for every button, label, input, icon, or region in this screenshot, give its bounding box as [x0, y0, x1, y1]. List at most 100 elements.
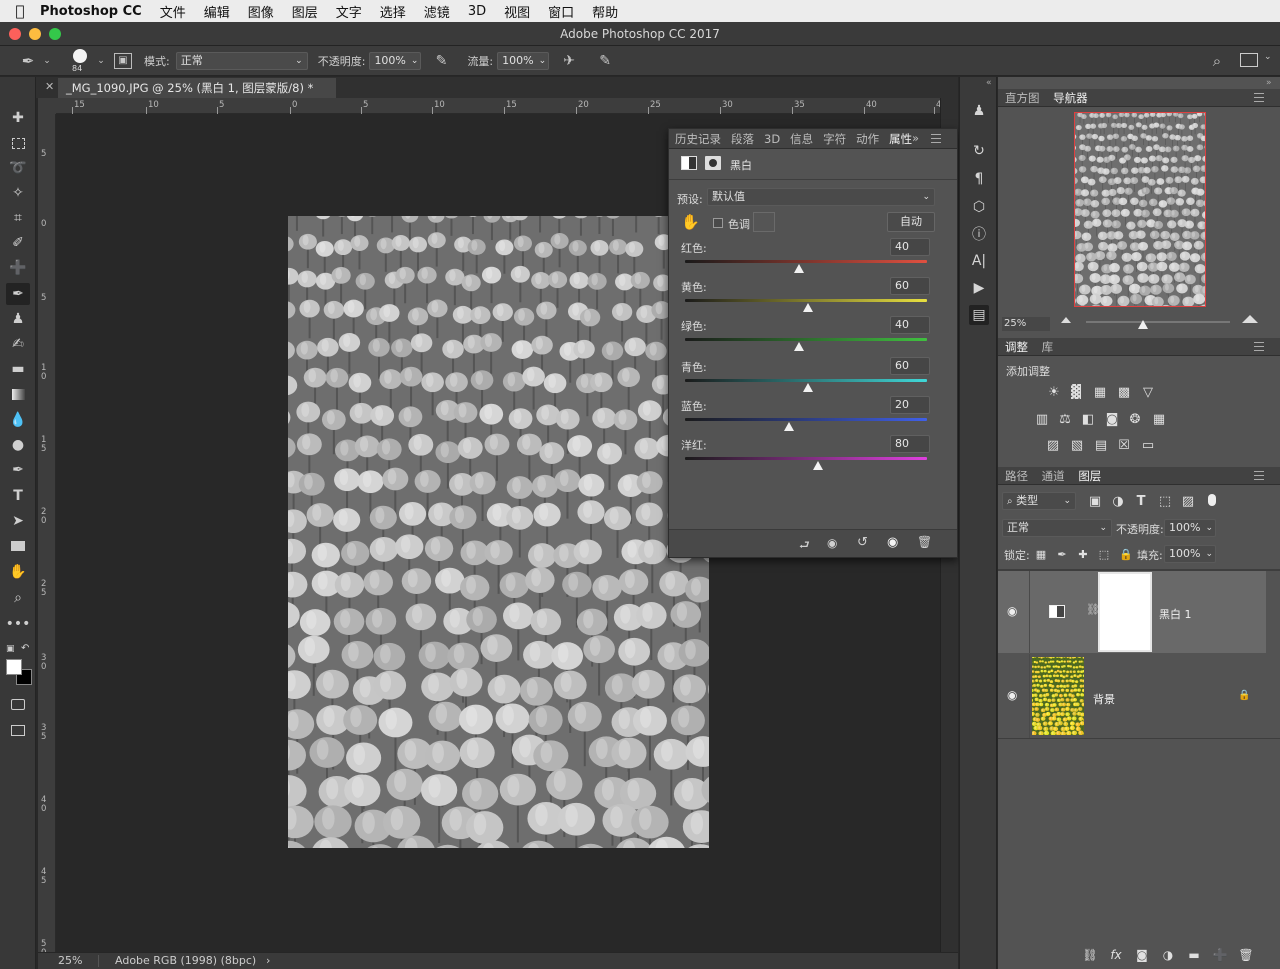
tab-properties[interactable]: 属性 [889, 131, 912, 147]
menu-type[interactable]: 文字 [336, 2, 362, 21]
fill-field[interactable]: 100% ⌄ [1164, 545, 1216, 563]
foreground-color-swatch[interactable] [6, 659, 22, 675]
menu-layer[interactable]: 图层 [292, 2, 318, 21]
red-slider-track[interactable] [685, 260, 927, 263]
green-value-field[interactable]: 40 [890, 316, 930, 334]
navigator-zoom-slider[interactable] [1086, 321, 1230, 323]
swap-colors-icon[interactable]: ↶ [21, 643, 29, 654]
hue-saturation-icon[interactable]: ▥ [1034, 412, 1050, 427]
quick-mask-icon[interactable] [6, 693, 30, 715]
yellow-slider-thumb[interactable] [803, 303, 814, 312]
app-menu[interactable]: Photoshop CC [40, 4, 142, 19]
collapse-dock-icon[interactable]: » [1266, 78, 1272, 88]
mask-icon[interactable] [705, 156, 721, 170]
menu-select[interactable]: 选择 [380, 2, 406, 21]
clone-stamp-tool-icon[interactable]: ♟ [6, 308, 30, 330]
type-tool-icon[interactable]: T [6, 485, 30, 507]
eraser-tool-icon[interactable]: ▬ [6, 358, 30, 380]
link-layers-icon[interactable]: ⛓ [1082, 948, 1098, 962]
menu-view[interactable]: 视图 [504, 2, 530, 21]
menu-help[interactable]: 帮助 [592, 2, 618, 21]
yellow-slider-track[interactable] [685, 299, 927, 302]
filter-pixel-icon[interactable]: ▣ [1087, 494, 1103, 509]
magenta-slider-thumb[interactable] [813, 461, 824, 470]
preset-select[interactable]: 默认值 ⌄ [707, 188, 935, 206]
3d-panel-icon[interactable]: ⬡ [969, 197, 989, 217]
filter-toggle-icon[interactable] [1208, 494, 1216, 506]
navigator-preview[interactable] [1074, 112, 1206, 307]
horizontal-ruler[interactable]: 15 10 5 0 5 10 15 20 25 30 35 40 4 [56, 98, 941, 114]
crop-tool-icon[interactable]: ⌗ [6, 207, 30, 229]
zoom-out-icon[interactable] [1061, 317, 1071, 323]
zoom-readout[interactable]: 25% [58, 953, 82, 969]
minimize-window-button[interactable] [29, 28, 41, 40]
panel-menu-icon[interactable] [1254, 342, 1264, 351]
filter-smart-object-icon[interactable]: ▨ [1180, 494, 1196, 509]
photo-filter-icon[interactable]: ◙ [1104, 412, 1120, 427]
navigator-zoom-field[interactable]: 25% [1002, 317, 1050, 331]
layer-row-background[interactable]: ◉ 背景 🔒 [998, 654, 1266, 738]
menu-3d[interactable]: 3D [468, 4, 486, 19]
brush-preview[interactable]: 84 [66, 47, 96, 75]
background-layer-thumbnail[interactable] [1032, 657, 1084, 735]
panel-menu-icon[interactable] [1254, 471, 1264, 480]
brush-panel-toggle-icon[interactable]: ▣ [114, 52, 132, 69]
tab-history[interactable]: 历史记录 [675, 131, 721, 147]
default-colors-icon[interactable]: ▣ [6, 644, 15, 654]
collapse-column-icon[interactable]: « [986, 78, 992, 88]
flow-field[interactable]: 100% ⌄ [497, 51, 550, 70]
green-slider-track[interactable] [685, 338, 927, 341]
tab-navigator[interactable]: 导航器 [1053, 91, 1088, 105]
eyedropper-tool-icon[interactable]: ✐ [6, 232, 30, 254]
exposure-icon[interactable]: ▩ [1116, 385, 1132, 400]
layer-filter-select[interactable]: ⌕ 类型 ⌄ [1002, 492, 1076, 510]
workspace-icon[interactable] [1240, 53, 1258, 67]
move-tool-icon[interactable]: ✚ [6, 107, 30, 129]
history-panel-icon[interactable]: ♟ [969, 101, 989, 121]
tab-channels[interactable]: 通道 [1042, 469, 1065, 483]
document-image[interactable] [288, 216, 709, 848]
menu-window[interactable]: 窗口 [548, 2, 574, 21]
tab-histogram[interactable]: 直方图 [1005, 91, 1040, 105]
color-balance-icon[interactable]: ⚖ [1057, 412, 1073, 427]
panel-menu-icon[interactable] [1254, 93, 1264, 102]
info-panel-icon[interactable]: ⓘ [969, 224, 989, 244]
lock-transparent-icon[interactable]: ▦ [1033, 547, 1049, 561]
layer-row-bw1[interactable]: ◉ ⛓ 黑白 1 [998, 571, 1266, 653]
menu-edit[interactable]: 编辑 [204, 2, 230, 21]
chevron-down-icon[interactable]: ⌄ [1264, 52, 1272, 62]
tab-layers[interactable]: 图层 [1078, 469, 1101, 483]
chevron-down-icon[interactable]: ⌄ [96, 56, 106, 66]
mode-select[interactable]: 正常 ⌄ [175, 51, 308, 70]
color-lookup-icon[interactable]: ▦ [1151, 412, 1167, 427]
pressure-opacity-icon[interactable]: ✎ [431, 53, 451, 69]
path-selection-tool-icon[interactable]: ➤ [6, 510, 30, 532]
yellow-value-field[interactable]: 60 [890, 277, 930, 295]
layer-name[interactable]: 背景 [1093, 691, 1115, 707]
new-group-icon[interactable]: ▬ [1186, 948, 1202, 962]
status-menu-arrow-icon[interactable]: › [266, 953, 270, 969]
levels-icon[interactable]: ▓ [1068, 385, 1084, 400]
toggle-visibility-icon[interactable]: ◉ [887, 535, 898, 550]
tab-3d[interactable]: 3D [764, 132, 780, 146]
zoom-in-icon[interactable] [1242, 315, 1258, 323]
more-tools-icon[interactable]: ••• [6, 613, 31, 635]
layer-opacity-field[interactable]: 100% ⌄ [1164, 519, 1216, 537]
new-adjustment-layer-icon[interactable]: ◑ [1160, 948, 1176, 962]
delete-adjustment-icon[interactable]: 🗑 [917, 535, 932, 549]
view-previous-state-icon[interactable]: ◉ [827, 536, 837, 550]
gradient-tool-icon[interactable] [6, 383, 30, 405]
pressure-size-icon[interactable]: ✎ [595, 53, 615, 69]
close-window-button[interactable] [9, 28, 21, 40]
magenta-slider-track[interactable] [685, 457, 927, 460]
layer-style-icon[interactable]: fx [1108, 948, 1124, 962]
airbrush-icon[interactable]: ✈ [559, 53, 579, 69]
green-slider-thumb[interactable] [793, 342, 804, 351]
play-action-icon[interactable]: ▶ [969, 278, 989, 298]
quick-select-tool-icon[interactable]: ✧ [6, 182, 30, 204]
marquee-tool-icon[interactable] [6, 132, 30, 154]
opacity-field[interactable]: 100% ⌄ [369, 51, 422, 70]
blue-slider-thumb[interactable] [784, 422, 795, 431]
brightness-contrast-icon[interactable]: ☀ [1046, 385, 1062, 400]
visibility-eye-icon[interactable]: ◉ [1007, 604, 1017, 618]
